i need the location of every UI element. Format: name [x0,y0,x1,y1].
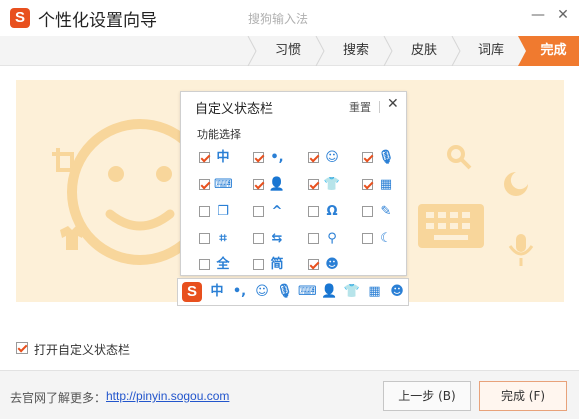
function-option[interactable]: ^ [253,203,297,221]
option-checkbox[interactable] [362,206,373,217]
function-option[interactable]: ⇆ [253,230,297,248]
function-option[interactable]: ✎ [362,203,406,221]
function-option[interactable]: ⚲ [308,230,352,248]
shortcut-icon: ^ [271,204,283,219]
option-checkbox[interactable] [308,259,319,270]
website-link[interactable]: http://pinyin.sogou.com [106,389,229,403]
learn-more-text: 去官网了解更多： [10,391,107,405]
tab-bar: 习惯 搜索 皮肤 词库 完成 [0,36,579,66]
function-option[interactable]: Ω [308,203,352,221]
chinese-mode-icon[interactable]: 中 [208,283,226,301]
dialog-close-icon[interactable]: ✕ [387,96,399,112]
enable-custom-statusbar-label[interactable]: 打开自定义状态栏 [34,341,130,358]
function-option[interactable]: ☾ [362,230,406,248]
tab-skin[interactable]: 皮肤 [394,36,454,66]
option-checkbox[interactable] [308,206,319,217]
function-option[interactable]: 👤 [253,176,297,194]
function-option[interactable]: •, [253,149,297,167]
translate-icon: ⇆ [271,231,283,246]
function-option[interactable]: 👕 [308,176,352,194]
tab-habits[interactable]: 习惯 [258,36,318,66]
toolbox-icon: ▦ [379,177,393,192]
omega-icon: Ω [326,204,338,219]
crop-icon: ⌗ [219,231,227,246]
option-checkbox[interactable] [308,152,319,163]
window-subtitle: 搜狗输入法 [248,12,309,26]
function-option[interactable]: 🎙 [362,149,406,167]
search-icon: ⚲ [327,231,337,246]
option-checkbox[interactable] [362,233,373,244]
simplified-icon: 简 [270,257,284,272]
microphone-icon: 🎙 [377,150,395,165]
emoji-icon[interactable]: ☺ [253,283,271,301]
tab-finish[interactable]: 完成 [528,36,579,66]
footer: 去官网了解更多： http://pinyin.sogou.com 上一步 (B)… [0,370,579,419]
reset-button[interactable]: 重置 [349,99,371,115]
minimize-icon[interactable]: — [528,5,548,25]
option-checkbox[interactable] [199,206,210,217]
emoji-icon: ☺ [325,150,339,165]
option-checkbox[interactable] [253,259,264,270]
punctuation-icon: •, [270,150,284,165]
option-checkbox[interactable] [199,152,210,163]
statusbar-preview: S 中 •, ☺ 🎙 ⌨ 👤 👕 ▦ ☻ [177,278,409,306]
user-icon: 👤 [268,177,286,192]
option-checkbox[interactable] [308,233,319,244]
dialog-divider [379,101,380,113]
dialog-title: 自定义状态栏 [195,102,274,117]
option-checkbox[interactable] [362,179,373,190]
function-option[interactable]: 全 [199,256,243,274]
window-title: 个性化设置向导 [38,11,157,31]
enable-custom-statusbar-checkbox[interactable] [16,342,28,354]
title-bar: S 个性化设置向导 搜狗输入法 — ✕ [0,0,579,36]
option-checkbox[interactable] [199,233,210,244]
microphone-icon[interactable]: 🎙 [276,283,294,301]
sogou-logo-icon[interactable]: S [182,282,202,302]
option-checkbox[interactable] [362,152,373,163]
shirt-icon[interactable]: 👕 [343,283,361,301]
option-checkbox[interactable] [199,259,210,270]
finish-button[interactable]: 完成 (F) [479,381,567,411]
tab-search[interactable]: 搜索 [326,36,386,66]
option-checkbox[interactable] [253,179,264,190]
option-checkbox[interactable] [253,206,264,217]
function-option[interactable]: 简 [253,256,297,274]
clipboard-icon: ❐ [217,204,229,219]
full-width-icon: 全 [216,257,230,272]
function-option[interactable]: ☻ [308,256,352,274]
option-checkbox[interactable] [308,179,319,190]
punctuation-icon[interactable]: •, [231,283,249,301]
function-option[interactable]: ❐ [199,203,243,221]
toolbox-icon[interactable]: ▦ [366,283,384,301]
function-select-label: 功能选择 [197,128,241,141]
tab-dictionary[interactable]: 词库 [462,36,520,66]
function-option[interactable]: 中 [199,149,243,167]
keyboard-icon[interactable]: ⌨ [298,283,317,301]
close-icon[interactable]: ✕ [553,5,573,25]
chinese-mode-icon: 中 [216,150,230,165]
function-option[interactable]: ▦ [362,176,406,194]
moon-icon: ☾ [380,231,392,246]
avatar-icon: ☻ [325,257,339,272]
function-option[interactable]: ☺ [308,149,352,167]
user-icon[interactable]: 👤 [321,283,339,301]
back-button[interactable]: 上一步 (B) [383,381,471,411]
custom-statusbar-dialog: 自定义状态栏 重置 ✕ 功能选择 中 •, ☺ 🎙 ⌨ 👤 👕 ▦ ❐ ^ Ω ✎ ⌗ ⇆ ⚲ ☾ 全 简 ☻ [180,91,407,276]
option-checkbox[interactable] [253,233,264,244]
option-checkbox[interactable] [253,152,264,163]
option-checkbox[interactable] [199,179,210,190]
avatar-icon[interactable]: ☻ [388,283,406,301]
pen-icon: ✎ [380,204,392,219]
function-option[interactable]: ⌨ [199,176,243,194]
sogou-logo-icon: S [10,8,30,28]
shirt-icon: 👕 [323,177,341,192]
function-option[interactable]: ⌗ [199,230,243,248]
keyboard-icon: ⌨ [214,177,233,192]
